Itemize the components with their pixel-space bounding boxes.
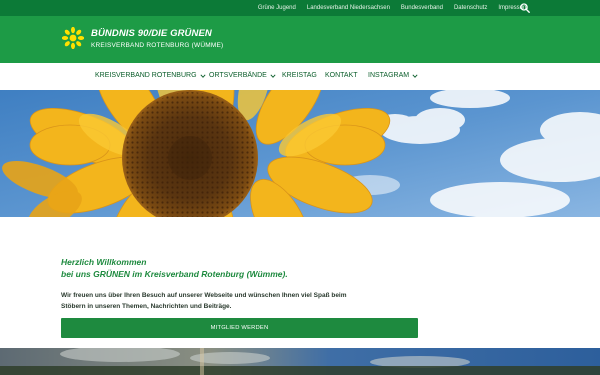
hero-sunflower-image xyxy=(0,90,600,217)
sunflower-logo[interactable] xyxy=(62,27,84,49)
link-datenschutz[interactable]: Datenschutz xyxy=(454,5,487,11)
welcome-heading-line1: Herzlich Willkommen xyxy=(61,257,147,267)
link-gruene-jugend[interactable]: Grüne Jugend xyxy=(258,5,296,11)
search-icon[interactable] xyxy=(520,3,530,13)
main-nav: KREISVERBAND ROTENBURG ORTSVERBÄNDE KREI… xyxy=(0,63,600,90)
nav-item-ortsverbaende[interactable]: ORTSVERBÄNDE xyxy=(209,72,276,79)
welcome-heading-line2: bei uns GRÜNEN im Kreisverband Rotenburg… xyxy=(61,269,288,279)
chevron-down-icon xyxy=(270,73,276,78)
nav-item-kreisverband[interactable]: KREISVERBAND ROTENBURG xyxy=(95,72,206,79)
site-header: BÜNDNIS 90/DIE GRÜNEN KREISVERBAND ROTEN… xyxy=(0,16,600,63)
link-bundesverband[interactable]: Bundesverband xyxy=(401,5,443,11)
welcome-heading: Herzlich Willkommen bei uns GRÜNEN im Kr… xyxy=(61,256,288,280)
welcome-section: Herzlich Willkommen bei uns GRÜNEN im Kr… xyxy=(0,217,600,348)
chevron-down-icon xyxy=(412,73,418,78)
nav-item-label: KONTAKT xyxy=(325,72,358,79)
nav-item-kreistag[interactable]: KREISTAG xyxy=(282,72,317,79)
bottom-landscape-image xyxy=(0,348,600,375)
nav-item-label: KREISVERBAND ROTENBURG xyxy=(95,72,197,79)
link-landesverband[interactable]: Landesverband Niedersachsen xyxy=(307,5,390,11)
become-member-button[interactable]: MITGLIED WERDEN xyxy=(61,318,418,338)
utility-bar: Grüne Jugend Landesverband Niedersachsen… xyxy=(0,0,600,16)
site-title[interactable]: BÜNDNIS 90/DIE GRÜNEN xyxy=(91,28,212,39)
nav-item-instagram[interactable]: INSTAGRAM xyxy=(368,72,418,79)
nav-item-kontakt[interactable]: KONTAKT xyxy=(325,72,358,79)
site-subtitle: KREISVERBAND ROTENBURG (WÜMME) xyxy=(91,42,224,49)
nav-item-label: INSTAGRAM xyxy=(368,72,410,79)
nav-item-label: ORTSVERBÄNDE xyxy=(209,72,267,79)
welcome-text: Wir freuen uns über Ihren Besuch auf uns… xyxy=(61,292,347,310)
chevron-down-icon xyxy=(199,73,206,78)
nav-item-label: KREISTAG xyxy=(282,72,317,79)
